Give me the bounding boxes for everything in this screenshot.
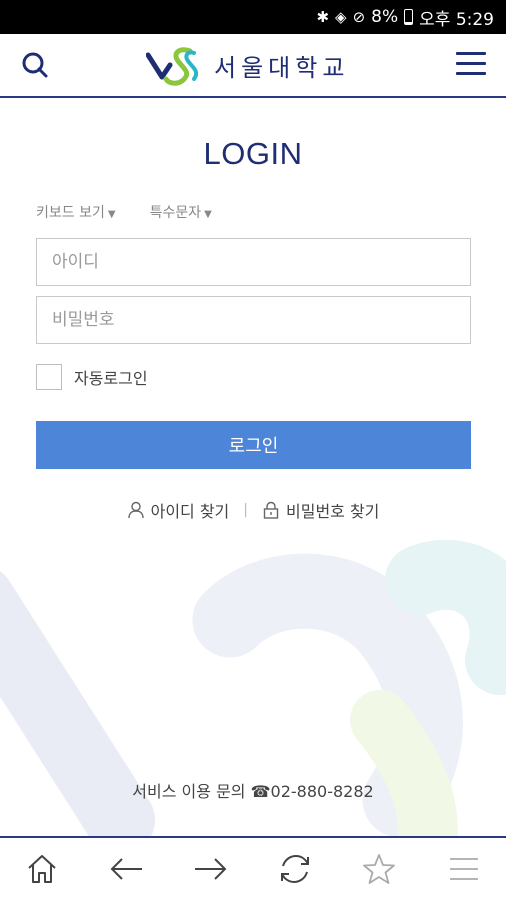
service-inquiry: 서비스 이용 문의 ☎02-880-8282 xyxy=(132,782,374,801)
lock-icon xyxy=(263,501,279,519)
menu-line xyxy=(456,72,486,75)
bluetooth-icon: ✱ xyxy=(316,7,330,26)
auto-login-checkbox[interactable] xyxy=(36,364,62,390)
battery-percent: 8% xyxy=(371,7,399,27)
find-account-links: 아이디 찾기 | 비밀번호 찾기 xyxy=(0,498,506,522)
find-password-link[interactable]: 비밀번호 찾기 xyxy=(262,498,379,522)
search-icon xyxy=(22,52,48,78)
battery-icon xyxy=(404,9,414,25)
logo-text: 서울대학교 xyxy=(214,53,350,82)
auto-login-option[interactable]: 자동로그인 xyxy=(36,364,148,390)
wifi-icon: ◈ xyxy=(335,7,347,26)
logo[interactable]: 서울대학교 xyxy=(146,42,366,88)
menu-button[interactable] xyxy=(456,52,486,78)
menu-line xyxy=(456,62,486,65)
link-separator: | xyxy=(243,502,248,518)
clock: 오후 5:29 xyxy=(419,9,494,30)
do-not-disturb-icon: ⊘ xyxy=(352,7,366,26)
caret-down-icon: ▼ xyxy=(204,209,212,220)
keyboard-toggle[interactable]: 키보드 보기 ▼ xyxy=(36,202,116,222)
input-options: 키보드 보기 ▼ 특수문자 ▼ xyxy=(36,202,212,222)
forward-arrow-icon xyxy=(194,858,227,880)
login-button[interactable]: 로그인 xyxy=(36,421,471,469)
status-bar: ✱ ◈ ⊘ 8% 오후 5:29 xyxy=(0,0,506,34)
find-password-label: 비밀번호 찾기 xyxy=(286,502,380,521)
university-emblem-icon xyxy=(146,47,199,86)
password-input[interactable] xyxy=(37,297,470,343)
menu-icon xyxy=(449,858,478,880)
favorite-button[interactable] xyxy=(358,848,400,890)
login-title: LOGIN xyxy=(203,136,303,171)
app-header: 서울대학교 xyxy=(0,34,506,98)
forward-button[interactable] xyxy=(190,848,232,890)
back-button[interactable] xyxy=(105,848,147,890)
back-arrow-icon xyxy=(111,858,143,880)
nav-menu-button[interactable] xyxy=(443,848,485,890)
menu-line xyxy=(456,52,486,55)
caret-down-icon: ▼ xyxy=(107,209,116,220)
search-button[interactable] xyxy=(20,50,50,80)
find-id-link[interactable]: 아이디 찾기 xyxy=(127,498,230,522)
id-input[interactable] xyxy=(37,239,470,285)
auto-login-label: 자동로그인 xyxy=(74,369,148,388)
keyboard-toggle-label: 키보드 보기 xyxy=(36,205,105,221)
special-chars-toggle-label: 특수문자 xyxy=(149,205,202,221)
password-field-box xyxy=(36,296,471,344)
find-id-label: 아이디 찾기 xyxy=(150,502,230,521)
person-icon xyxy=(127,501,144,519)
special-chars-toggle[interactable]: 특수문자 ▼ xyxy=(150,202,212,222)
star-icon xyxy=(363,854,396,884)
home-icon xyxy=(28,855,56,883)
refresh-button[interactable] xyxy=(274,848,316,890)
id-field-box xyxy=(36,238,471,286)
bottom-navigation xyxy=(0,836,506,900)
refresh-icon xyxy=(281,854,310,884)
home-button[interactable] xyxy=(21,848,63,890)
